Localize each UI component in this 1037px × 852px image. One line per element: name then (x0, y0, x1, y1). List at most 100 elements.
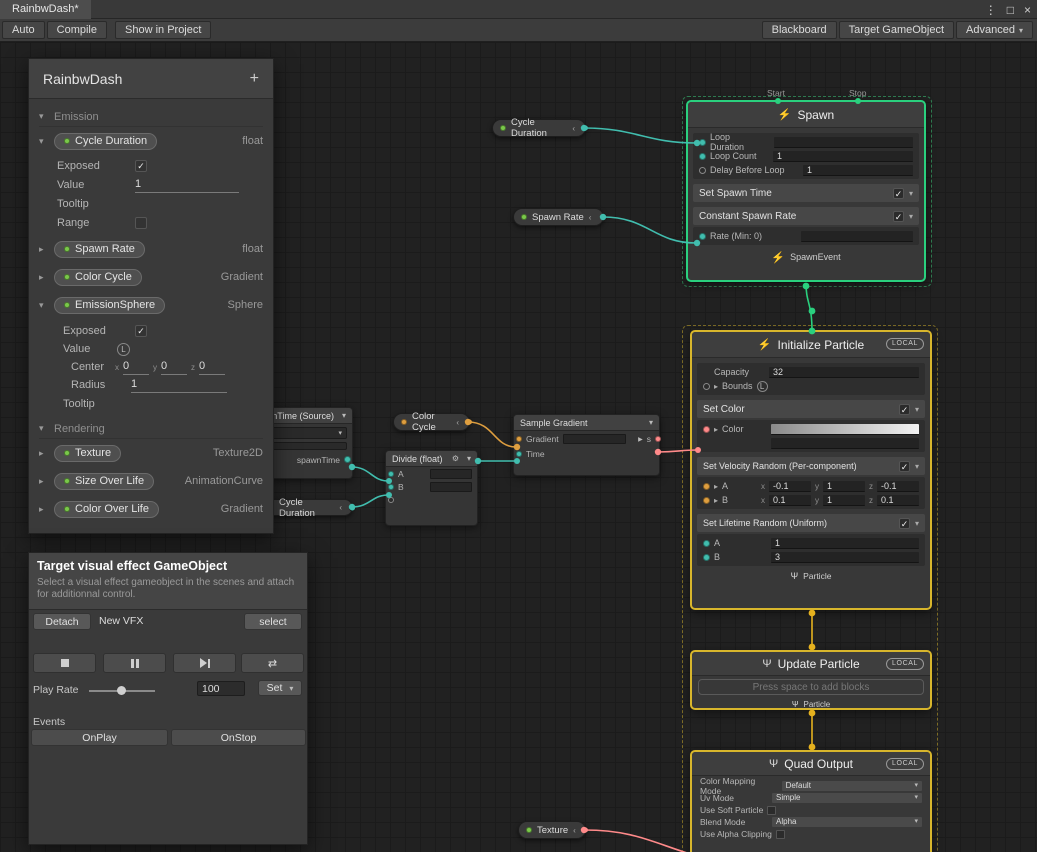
color-port[interactable] (703, 426, 710, 433)
constant-spawn-rate-block[interactable]: Constant Spawn Rate ✓ ▾ (693, 207, 919, 225)
divide-a-field[interactable] (430, 469, 472, 479)
collapse-icon[interactable]: ‹ (456, 418, 459, 427)
pill-texture[interactable]: Texture ‹ (518, 821, 586, 839)
velocity-a-y[interactable]: 1 (823, 481, 865, 492)
color-gradient-field[interactable] (771, 424, 919, 435)
rate-port[interactable] (699, 233, 706, 240)
loop-count-field[interactable]: 1 (773, 151, 913, 162)
auto-button[interactable]: Auto (2, 21, 45, 39)
blend-mode-select[interactable]: Alpha▾ (772, 817, 922, 827)
select-button[interactable]: select (244, 613, 302, 630)
set-spawn-time-checkbox[interactable]: ✓ (893, 188, 904, 199)
add-parameter-button[interactable]: + (250, 70, 259, 88)
chevron-down-icon[interactable]: ▾ (915, 519, 919, 528)
param-row-emission-sphere[interactable]: ▾ EmissionSphere Sphere (29, 295, 273, 315)
param-row-cycle-duration[interactable]: ▾ Cycle Duration float (29, 131, 273, 151)
exposed-checkbox[interactable]: ✓ (135, 325, 147, 337)
chevron-down-icon[interactable]: ▾ (909, 212, 913, 221)
bounds-port[interactable] (703, 383, 710, 390)
center-x-field[interactable]: 0 (123, 360, 149, 375)
initialize-particle-node[interactable]: ⚡ Initialize Particle LOCAL Capacity 32 … (690, 330, 932, 610)
pause-button[interactable] (103, 653, 166, 673)
use-soft-particle-checkbox[interactable] (767, 806, 776, 815)
detach-button[interactable]: Detach (33, 613, 91, 630)
param-row-color-over-life[interactable]: ▸ Color Over Life Gradient (29, 499, 273, 519)
time-input-port[interactable] (516, 451, 522, 457)
rate-field[interactable] (801, 231, 913, 242)
param-pill-color-cycle[interactable]: Color Cycle (54, 269, 142, 286)
collapse-icon[interactable]: ‹ (339, 503, 342, 512)
pill-output-port[interactable] (582, 827, 589, 834)
delay-port[interactable] (699, 167, 706, 174)
spawntime-output-port[interactable] (344, 456, 351, 463)
lifetime-b-field[interactable]: 3 (771, 552, 919, 563)
onplay-button[interactable]: OnPlay (31, 729, 168, 746)
local-space-toggle[interactable]: L (757, 381, 768, 392)
chevron-down-icon[interactable]: ▾ (39, 111, 48, 122)
param-pill-emission-sphere[interactable]: EmissionSphere (54, 297, 165, 314)
velocity-b-port[interactable] (703, 497, 710, 504)
radius-field[interactable]: 1 (131, 378, 227, 393)
chevron-down-icon[interactable]: ▾ (39, 300, 48, 311)
category-emission[interactable]: ▾Emission (29, 107, 273, 127)
local-space-toggle[interactable]: L (117, 343, 130, 356)
chevron-right-icon[interactable]: ▸ (714, 425, 718, 434)
output-expander-icon[interactable]: ▶ (638, 436, 643, 443)
target-gameobject-toggle-button[interactable]: Target GameObject (839, 21, 954, 39)
play-rate-value-field[interactable]: 100 (197, 681, 245, 696)
capacity-field[interactable]: 32 (769, 367, 919, 378)
quad-output-node[interactable]: Ψ Quad Output LOCAL Color Mapping Mode D… (690, 750, 932, 852)
set-color-block[interactable]: Set Color ✓ ▾ (697, 400, 925, 418)
pill-color-cycle[interactable]: Color Cycle ‹ (393, 413, 470, 431)
gear-icon[interactable]: ⚙ (452, 454, 459, 463)
set-lifetime-block[interactable]: Set Lifetime Random (Uniform) ✓ ▾ (697, 514, 925, 532)
show-in-project-button[interactable]: Show in Project (115, 21, 211, 39)
play-rate-slider-knob[interactable] (117, 686, 126, 695)
category-rendering[interactable]: ▾Rendering (29, 419, 273, 439)
chevron-down-icon[interactable]: ▾ (39, 423, 48, 434)
loop-duration-port[interactable] (699, 139, 706, 146)
stop-button[interactable] (33, 653, 96, 673)
divide-operator[interactable]: Divide (float) ⚙ ▾ A B (385, 450, 478, 526)
sample-gradient-output-port[interactable] (655, 436, 661, 442)
advanced-dropdown-button[interactable]: Advanced▾ (956, 21, 1033, 39)
divide-add-port[interactable] (388, 497, 394, 503)
gradient-input-port[interactable] (516, 436, 522, 442)
chevron-right-icon[interactable]: ▸ (39, 504, 48, 515)
blackboard-toggle-button[interactable]: Blackboard (762, 21, 837, 39)
loop-count-port[interactable] (699, 153, 706, 160)
pill-cycle-duration[interactable]: Cycle Duration ‹ (492, 119, 586, 137)
update-particle-node[interactable]: Ψ Update Particle LOCAL Press space to a… (690, 650, 932, 710)
center-y-field[interactable]: 0 (161, 360, 187, 375)
step-button[interactable] (173, 653, 236, 673)
range-checkbox[interactable] (135, 217, 147, 229)
param-pill-cycle-duration[interactable]: Cycle Duration (54, 133, 157, 150)
value-field[interactable]: 1 (135, 178, 239, 193)
chevron-down-icon[interactable]: ▾ (915, 405, 919, 414)
param-pill-texture[interactable]: Texture (54, 445, 121, 462)
restart-button[interactable]: ⇄ (241, 653, 304, 673)
pill-output-port[interactable] (349, 504, 356, 511)
compile-button[interactable]: Compile (47, 21, 107, 39)
use-alpha-clipping-checkbox[interactable] (776, 830, 785, 839)
color-mapping-mode-select[interactable]: Default▾ (782, 781, 922, 791)
constant-spawn-rate-checkbox[interactable]: ✓ (893, 211, 904, 222)
uv-mode-select[interactable]: Simple▾ (772, 793, 922, 803)
param-row-texture[interactable]: ▸ Texture Texture2D (29, 443, 273, 463)
velocity-b-x[interactable]: 0.1 (769, 495, 811, 506)
chevron-right-icon[interactable]: ▸ (714, 496, 718, 505)
set-color-checkbox[interactable]: ✓ (899, 404, 910, 415)
pill-spawn-rate[interactable]: Spawn Rate ‹ (513, 208, 604, 226)
param-row-size-over-life[interactable]: ▸ Size Over Life AnimationCurve (29, 471, 273, 491)
chevron-down-icon[interactable]: ▾ (909, 189, 913, 198)
color-intensity-field[interactable] (771, 438, 919, 449)
set-velocity-checkbox[interactable]: ✓ (899, 461, 910, 472)
chevron-right-icon[interactable]: ▸ (714, 382, 718, 391)
set-spawn-time-block[interactable]: Set Spawn Time ✓ ▾ (693, 184, 919, 202)
divide-b-field[interactable] (430, 482, 472, 492)
velocity-a-z[interactable]: -0.1 (877, 481, 919, 492)
collapse-icon[interactable]: ‹ (573, 826, 576, 835)
param-pill-spawn-rate[interactable]: Spawn Rate (54, 241, 145, 258)
velocity-a-x[interactable]: -0.1 (769, 481, 811, 492)
velocity-b-y[interactable]: 1 (823, 495, 865, 506)
